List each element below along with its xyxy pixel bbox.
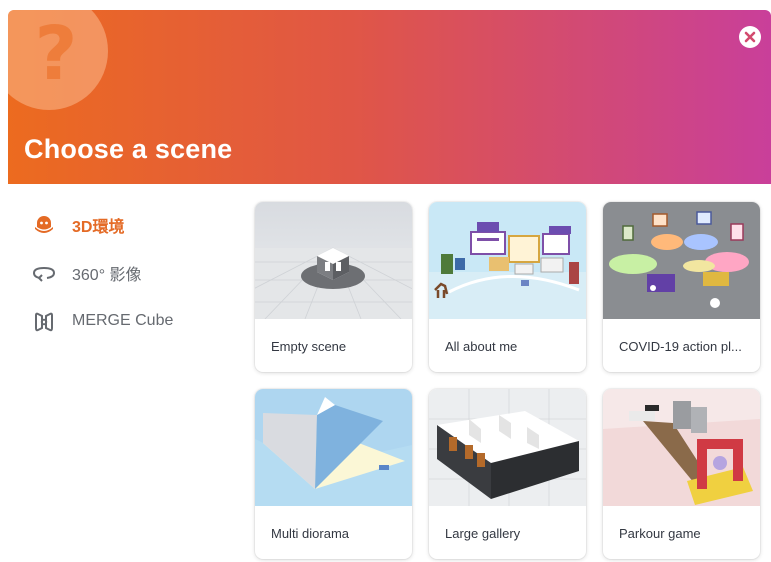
scene-thumbnail <box>429 389 586 506</box>
sidebar-item-merge-cube[interactable]: MERGE Cube <box>32 308 173 334</box>
scene-card-all-about-me[interactable]: All about me <box>429 202 586 372</box>
3d-environment-icon <box>32 213 56 237</box>
sidebar-item-3d-environment[interactable]: 3D環境 <box>32 212 124 238</box>
scene-card-empty-scene[interactable]: Empty scene <box>255 202 412 372</box>
dialog-title: Choose a scene <box>24 134 233 164</box>
dialog-header: ? Choose a scene <box>8 10 771 184</box>
scene-card-label: Parkour game <box>619 526 701 541</box>
scene-thumbnail <box>603 202 760 319</box>
sidebar-item-label: 3D環境 <box>72 219 125 236</box>
scene-card-label: Multi diorama <box>271 526 350 541</box>
scene-category-sidebar: 3D環境 360° 影像 MERGE Cube <box>8 184 248 562</box>
close-icon <box>744 31 756 43</box>
scene-card-covid-19-action-plan[interactable]: COVID-19 action pl... <box>603 202 760 372</box>
scene-card-multi-diorama[interactable]: Multi diorama <box>255 389 412 559</box>
360-view-icon <box>32 261 56 285</box>
scene-card-large-gallery[interactable]: Large gallery <box>429 389 586 559</box>
scene-thumbnail <box>255 202 412 319</box>
question-mark-icon: ? <box>34 11 78 97</box>
scene-card-label: Large gallery <box>445 526 521 541</box>
scene-thumbnail <box>429 202 586 319</box>
choose-scene-dialog: ? Choose a scene 3D環境 360° 影像 MERGE Cube… <box>8 10 771 562</box>
sidebar-item-label: 360° 影像 <box>72 267 142 284</box>
scene-thumbnail <box>255 389 412 506</box>
close-button[interactable] <box>739 26 761 48</box>
scene-card-label: COVID-19 action pl... <box>619 339 742 354</box>
merge-cube-icon <box>32 309 56 333</box>
scene-card-parkour-game[interactable]: Parkour game <box>603 389 760 559</box>
scene-card-label: All about me <box>445 339 518 354</box>
scene-thumbnail <box>603 389 760 506</box>
scene-card-label: Empty scene <box>271 339 347 354</box>
sidebar-item-360-view[interactable]: 360° 影像 <box>32 260 142 286</box>
sidebar-item-label: MERGE Cube <box>72 312 174 329</box>
